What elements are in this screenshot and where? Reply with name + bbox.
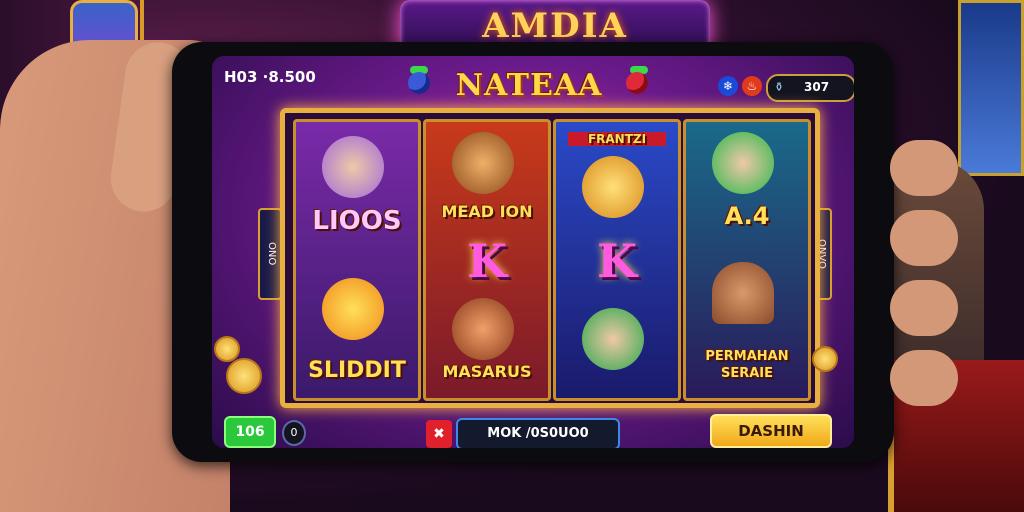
fire-icon[interactable]: ♨ bbox=[742, 76, 762, 96]
golden-shield-symbol bbox=[582, 156, 644, 218]
finger bbox=[890, 350, 958, 406]
side-tab-left[interactable]: ONO bbox=[258, 208, 282, 300]
zero-button[interactable]: 0 bbox=[282, 420, 306, 446]
background-slot-machine-right bbox=[958, 0, 1024, 176]
balance-display: H03 ·8.500 bbox=[224, 68, 316, 86]
reel-4-top-label: A.4 bbox=[724, 202, 770, 230]
reel-3-top-badge: FRANTZI bbox=[568, 132, 666, 146]
bottle-icon: ⚱ bbox=[774, 80, 785, 94]
reel-2-bottom-label: MASARUS bbox=[442, 362, 532, 381]
horse-symbol bbox=[712, 262, 774, 324]
reel-1: LIOOS SLIDDIT bbox=[293, 119, 421, 401]
reels-frame: LIOOS SLIDDIT MEAD ION K MASARUS FRANTZI… bbox=[280, 108, 820, 408]
green-button[interactable]: 106 bbox=[224, 416, 276, 448]
strawberry-icon bbox=[626, 72, 648, 94]
background-sign-text: AMDIA bbox=[482, 6, 628, 46]
message-bar: MOK /0S0UO0 bbox=[456, 418, 620, 448]
gold-coin bbox=[812, 346, 838, 372]
reel-2-top-label: MEAD ION bbox=[441, 202, 533, 221]
coin-value: 307 bbox=[804, 80, 830, 94]
green-hair-character bbox=[582, 308, 644, 370]
finger bbox=[890, 140, 958, 196]
finger bbox=[890, 210, 958, 266]
reel-4-bottom-label: PERMAHAN SERAIE bbox=[705, 349, 789, 381]
gold-coin bbox=[226, 358, 262, 394]
reel-3-k-symbol: K bbox=[597, 234, 637, 288]
game-logo: NATEAA bbox=[440, 68, 618, 106]
tiger-symbol bbox=[452, 132, 514, 194]
reel-1-bottom-label: SLIDDIT bbox=[308, 358, 406, 383]
phone-device: H03 ·8.500 NATEAA ❄ ♨ ⚱ 307 ONO ONVO LIO… bbox=[172, 42, 894, 462]
sunglasses-character bbox=[712, 132, 774, 194]
x-icon[interactable]: ✖ bbox=[426, 420, 452, 448]
blueberry-icon bbox=[408, 72, 430, 94]
reel-2: MEAD ION K MASARUS bbox=[423, 119, 551, 401]
reel-4: A.4 PERMAHAN SERAIE bbox=[683, 119, 811, 401]
dash-button[interactable]: DASHIN bbox=[710, 414, 832, 448]
coin-counter: ⚱ 307 bbox=[766, 74, 854, 102]
sun-planet-symbol bbox=[322, 278, 384, 340]
reel-2-k-symbol: K bbox=[467, 234, 507, 288]
game-screen: H03 ·8.500 NATEAA ❄ ♨ ⚱ 307 ONO ONVO LIO… bbox=[212, 56, 854, 448]
reel-1-top-label: LIOOS bbox=[312, 206, 402, 236]
logo-text: NATEAA bbox=[455, 68, 603, 103]
finger bbox=[890, 280, 958, 336]
character-portrait bbox=[322, 136, 384, 198]
reel-3: FRANTZI K bbox=[553, 119, 681, 401]
gold-coin bbox=[214, 336, 240, 362]
fingers bbox=[890, 140, 960, 440]
cat-symbol bbox=[452, 298, 514, 360]
gem-icon[interactable]: ❄ bbox=[718, 76, 738, 96]
top-bar: H03 ·8.500 NATEAA ❄ ♨ ⚱ 307 bbox=[212, 56, 854, 106]
